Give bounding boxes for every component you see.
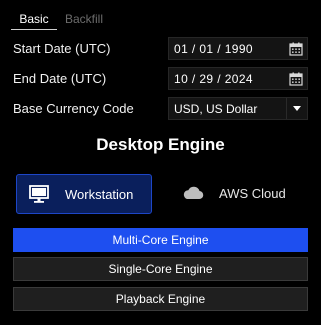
playback-engine-button[interactable]: Playback Engine xyxy=(13,287,308,311)
workstation-button[interactable]: Workstation xyxy=(16,174,152,214)
cloud-icon xyxy=(183,186,204,200)
tab-backfill[interactable]: Backfill xyxy=(65,10,103,29)
end-date-row: End Date (UTC) 10 / 29 / 2024 xyxy=(13,67,308,91)
start-date-row: Start Date (UTC) 01 / 01 / 1990 xyxy=(13,37,308,61)
tab-basic[interactable]: Basic xyxy=(11,10,57,30)
base-currency-label: Base Currency Code xyxy=(13,101,134,116)
end-date-value: 10 / 29 / 2024 xyxy=(174,72,253,86)
dropdown-toggle[interactable] xyxy=(286,98,307,119)
calendar-icon[interactable] xyxy=(289,42,303,56)
start-date-label: Start Date (UTC) xyxy=(13,41,111,56)
end-date-label: End Date (UTC) xyxy=(13,71,107,86)
start-date-value: 01 / 01 / 1990 xyxy=(174,42,253,56)
section-title: Desktop Engine xyxy=(96,135,225,154)
base-currency-row: Base Currency Code USD, US Dollar xyxy=(13,97,308,121)
chevron-down-icon xyxy=(293,106,301,111)
start-date-input[interactable]: 01 / 01 / 1990 xyxy=(168,37,308,60)
tab-bar: Basic Backfill xyxy=(11,10,311,30)
base-currency-select[interactable]: USD, US Dollar xyxy=(168,97,308,120)
base-currency-value: USD, US Dollar xyxy=(174,102,258,116)
workstation-label: Workstation xyxy=(65,187,134,202)
monitor-icon xyxy=(29,185,49,203)
calendar-icon[interactable] xyxy=(289,72,303,86)
single-core-engine-button[interactable]: Single-Core Engine xyxy=(13,257,308,281)
multi-core-engine-button[interactable]: Multi-Core Engine xyxy=(13,228,308,252)
aws-cloud-label: AWS Cloud xyxy=(219,186,286,201)
aws-cloud-button[interactable]: AWS Cloud xyxy=(172,174,307,214)
end-date-input[interactable]: 10 / 29 / 2024 xyxy=(168,67,308,90)
